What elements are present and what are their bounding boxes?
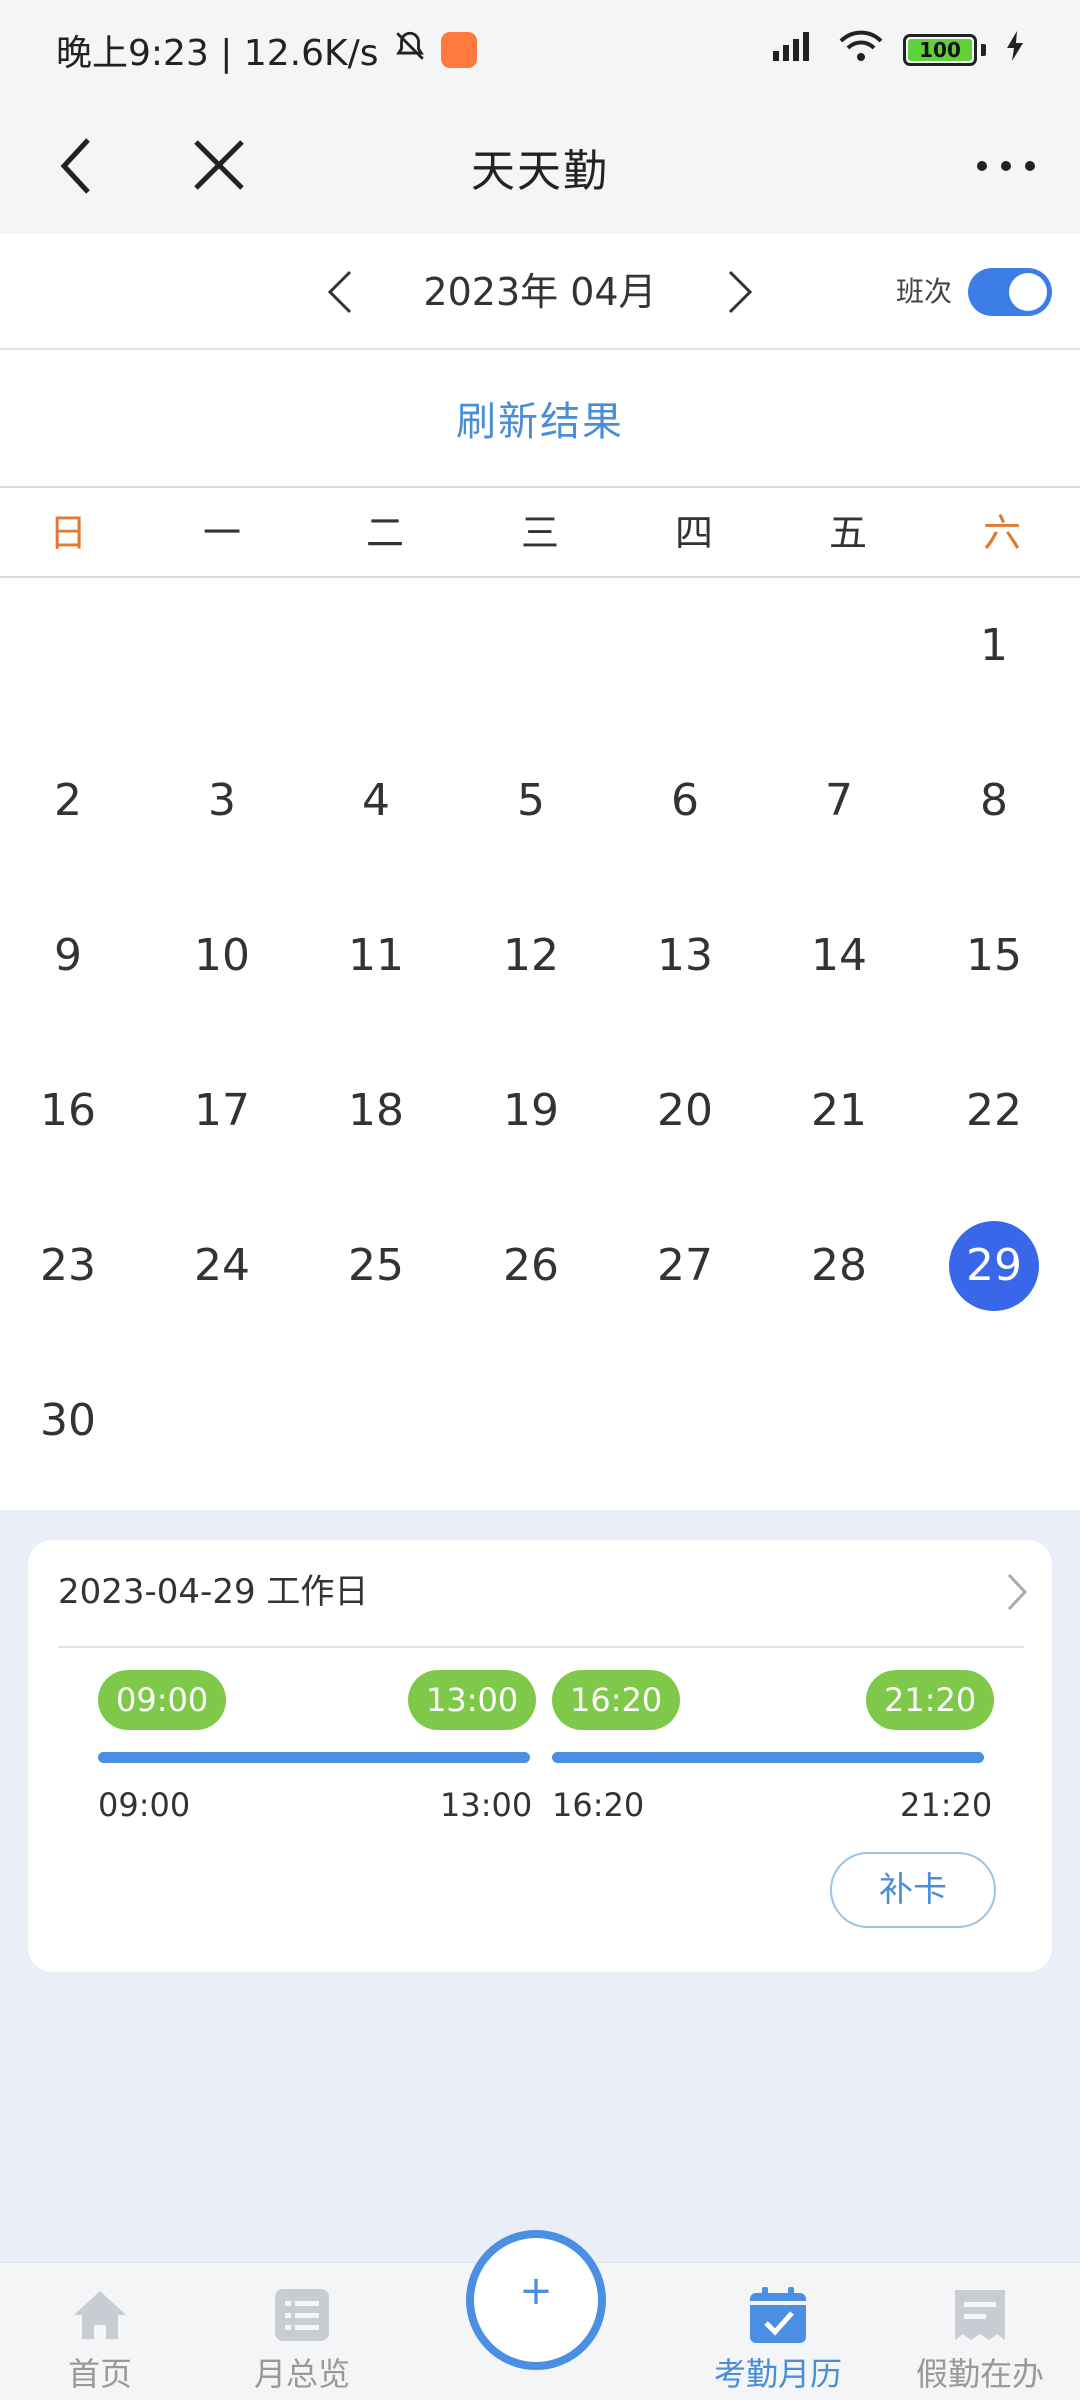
- calendar-day[interactable]: 15: [949, 911, 1039, 1001]
- plus-icon: +: [519, 2268, 553, 2314]
- shift2-end-pill: 21:20: [866, 1670, 995, 1730]
- day-detail-title: 2023-04-29 工作日: [58, 1572, 369, 1612]
- calendar-day[interactable]: 14: [794, 911, 884, 1001]
- shift1-bar: [98, 1752, 530, 1763]
- weekday-label: 日: [48, 511, 87, 555]
- calendar-day[interactable]: 16: [23, 1066, 113, 1156]
- document-icon: [950, 2285, 1010, 2345]
- weekday-label: 二: [365, 511, 404, 555]
- tab-attendance-calendar-label: 考勤月历: [713, 2355, 842, 2393]
- weekday-label: 六: [982, 511, 1021, 555]
- tab-home-label: 首页: [67, 2355, 132, 2393]
- battery-nub: [981, 44, 986, 56]
- signal-icon: [769, 29, 819, 72]
- toggle-knob: [1009, 273, 1047, 311]
- calendar-day[interactable]: 4: [331, 756, 421, 846]
- calendar-day[interactable]: 27: [640, 1221, 730, 1311]
- chevron-right-icon: [728, 270, 753, 314]
- tab-leave-pending-label: 假勤在办: [915, 2355, 1044, 2393]
- shift2-start-time: 16:20: [552, 1786, 645, 1824]
- shift1-start-time: 09:00: [98, 1786, 191, 1824]
- notifications-muted-icon: [393, 29, 427, 72]
- calendar-day[interactable]: 25: [331, 1221, 421, 1311]
- calendar-check-icon: [748, 2285, 808, 2345]
- more-button[interactable]: [966, 136, 1046, 196]
- shift2-start-pill: 16:20: [552, 1670, 681, 1730]
- calendar-day[interactable]: 11: [331, 911, 421, 1001]
- calendar-day[interactable]: 6: [640, 756, 730, 846]
- calendar-day[interactable]: 20: [640, 1066, 730, 1156]
- calendar-day[interactable]: 30: [23, 1376, 113, 1466]
- calendar-day[interactable]: 28: [794, 1221, 884, 1311]
- calendar-day[interactable]: 19: [486, 1066, 576, 1156]
- calendar-day[interactable]: 24: [177, 1221, 267, 1311]
- tab-attendance-calendar[interactable]: 考勤月历: [678, 2263, 878, 2400]
- weekday-label: 三: [520, 511, 559, 555]
- shift-toggle[interactable]: [968, 268, 1052, 316]
- calendar-day[interactable]: 7: [794, 756, 884, 846]
- divider: [58, 1646, 1024, 1648]
- calendar-day[interactable]: 9: [23, 911, 113, 1001]
- makeup-punch-button[interactable]: 补卡: [830, 1852, 996, 1928]
- calendar-grid: 1 2 3 4 5 6 7 8 9 10 11 12 13 14 15 16 17 18 19 20 21 22 23 24 2…: [0, 578, 1080, 1510]
- month-selector: 2023年 04月 班次: [0, 234, 1080, 350]
- next-month-button[interactable]: [712, 264, 768, 320]
- weekday-label: 一: [202, 511, 241, 555]
- list-icon: [272, 2285, 332, 2345]
- wifi-icon: [837, 29, 885, 72]
- day-detail-card[interactable]: 2023-04-29 工作日 09:00 13:00 16:20 21:20 0…: [28, 1540, 1052, 1972]
- tab-monthly-overview-label: 月总览: [253, 2355, 350, 2393]
- app-notification-icon: [440, 32, 477, 68]
- calendar-day-selected[interactable]: 29: [949, 1221, 1039, 1311]
- tab-leave-pending[interactable]: 假勤在办: [880, 2263, 1080, 2400]
- status-bar: 晚上9:23 | 12.6K/s 100: [0, 0, 1080, 100]
- calendar-day[interactable]: 26: [486, 1221, 576, 1311]
- home-icon: [70, 2285, 130, 2345]
- calendar-day[interactable]: 1: [949, 601, 1039, 691]
- charging-icon: [1004, 29, 1026, 72]
- shift2-end-time: 21:20: [900, 1786, 993, 1824]
- weekday-label: 五: [828, 511, 867, 555]
- tab-monthly-overview[interactable]: 月总览: [202, 2263, 402, 2400]
- calendar-day[interactable]: 21: [794, 1066, 884, 1156]
- calendar-day[interactable]: 5: [486, 756, 576, 846]
- nav-header: 天天勤: [0, 100, 1080, 234]
- refresh-row: 刷新结果: [0, 350, 1080, 488]
- shift-label: 班次: [896, 275, 953, 308]
- calendar-day[interactable]: 8: [949, 756, 1039, 846]
- add-button[interactable]: +: [466, 2230, 606, 2370]
- calendar-day[interactable]: 22: [949, 1066, 1039, 1156]
- calendar-day[interactable]: 12: [486, 911, 576, 1001]
- shift1-end-time: 13:00: [440, 1786, 533, 1824]
- calendar-day[interactable]: 17: [177, 1066, 267, 1156]
- calendar-day[interactable]: 23: [23, 1221, 113, 1311]
- refresh-button[interactable]: 刷新结果: [456, 389, 624, 447]
- calendar-day[interactable]: 3: [177, 756, 267, 846]
- battery-icon: 100: [903, 34, 977, 66]
- status-right: 100: [769, 29, 1026, 72]
- calendar-day[interactable]: 18: [331, 1066, 421, 1156]
- status-left: 晚上9:23 | 12.6K/s: [56, 24, 477, 76]
- page-title: 天天勤: [471, 146, 609, 197]
- weekday-header: 日一二三四五六: [0, 488, 1080, 578]
- weekday-label: 四: [674, 511, 713, 555]
- chevron-right-icon[interactable]: [1006, 1572, 1028, 1616]
- more-icon: [977, 161, 1035, 171]
- calendar-day[interactable]: 10: [177, 911, 267, 1001]
- status-time-speed: 晚上9:23 | 12.6K/s: [56, 33, 379, 74]
- shift1-start-pill: 09:00: [98, 1670, 227, 1730]
- tab-home[interactable]: 首页: [0, 2263, 200, 2400]
- calendar-day[interactable]: 2: [23, 756, 113, 846]
- calendar-day[interactable]: 13: [640, 911, 730, 1001]
- shift1-end-pill: 13:00: [408, 1670, 537, 1730]
- battery-level: 100: [919, 38, 961, 62]
- shift2-bar: [552, 1752, 984, 1763]
